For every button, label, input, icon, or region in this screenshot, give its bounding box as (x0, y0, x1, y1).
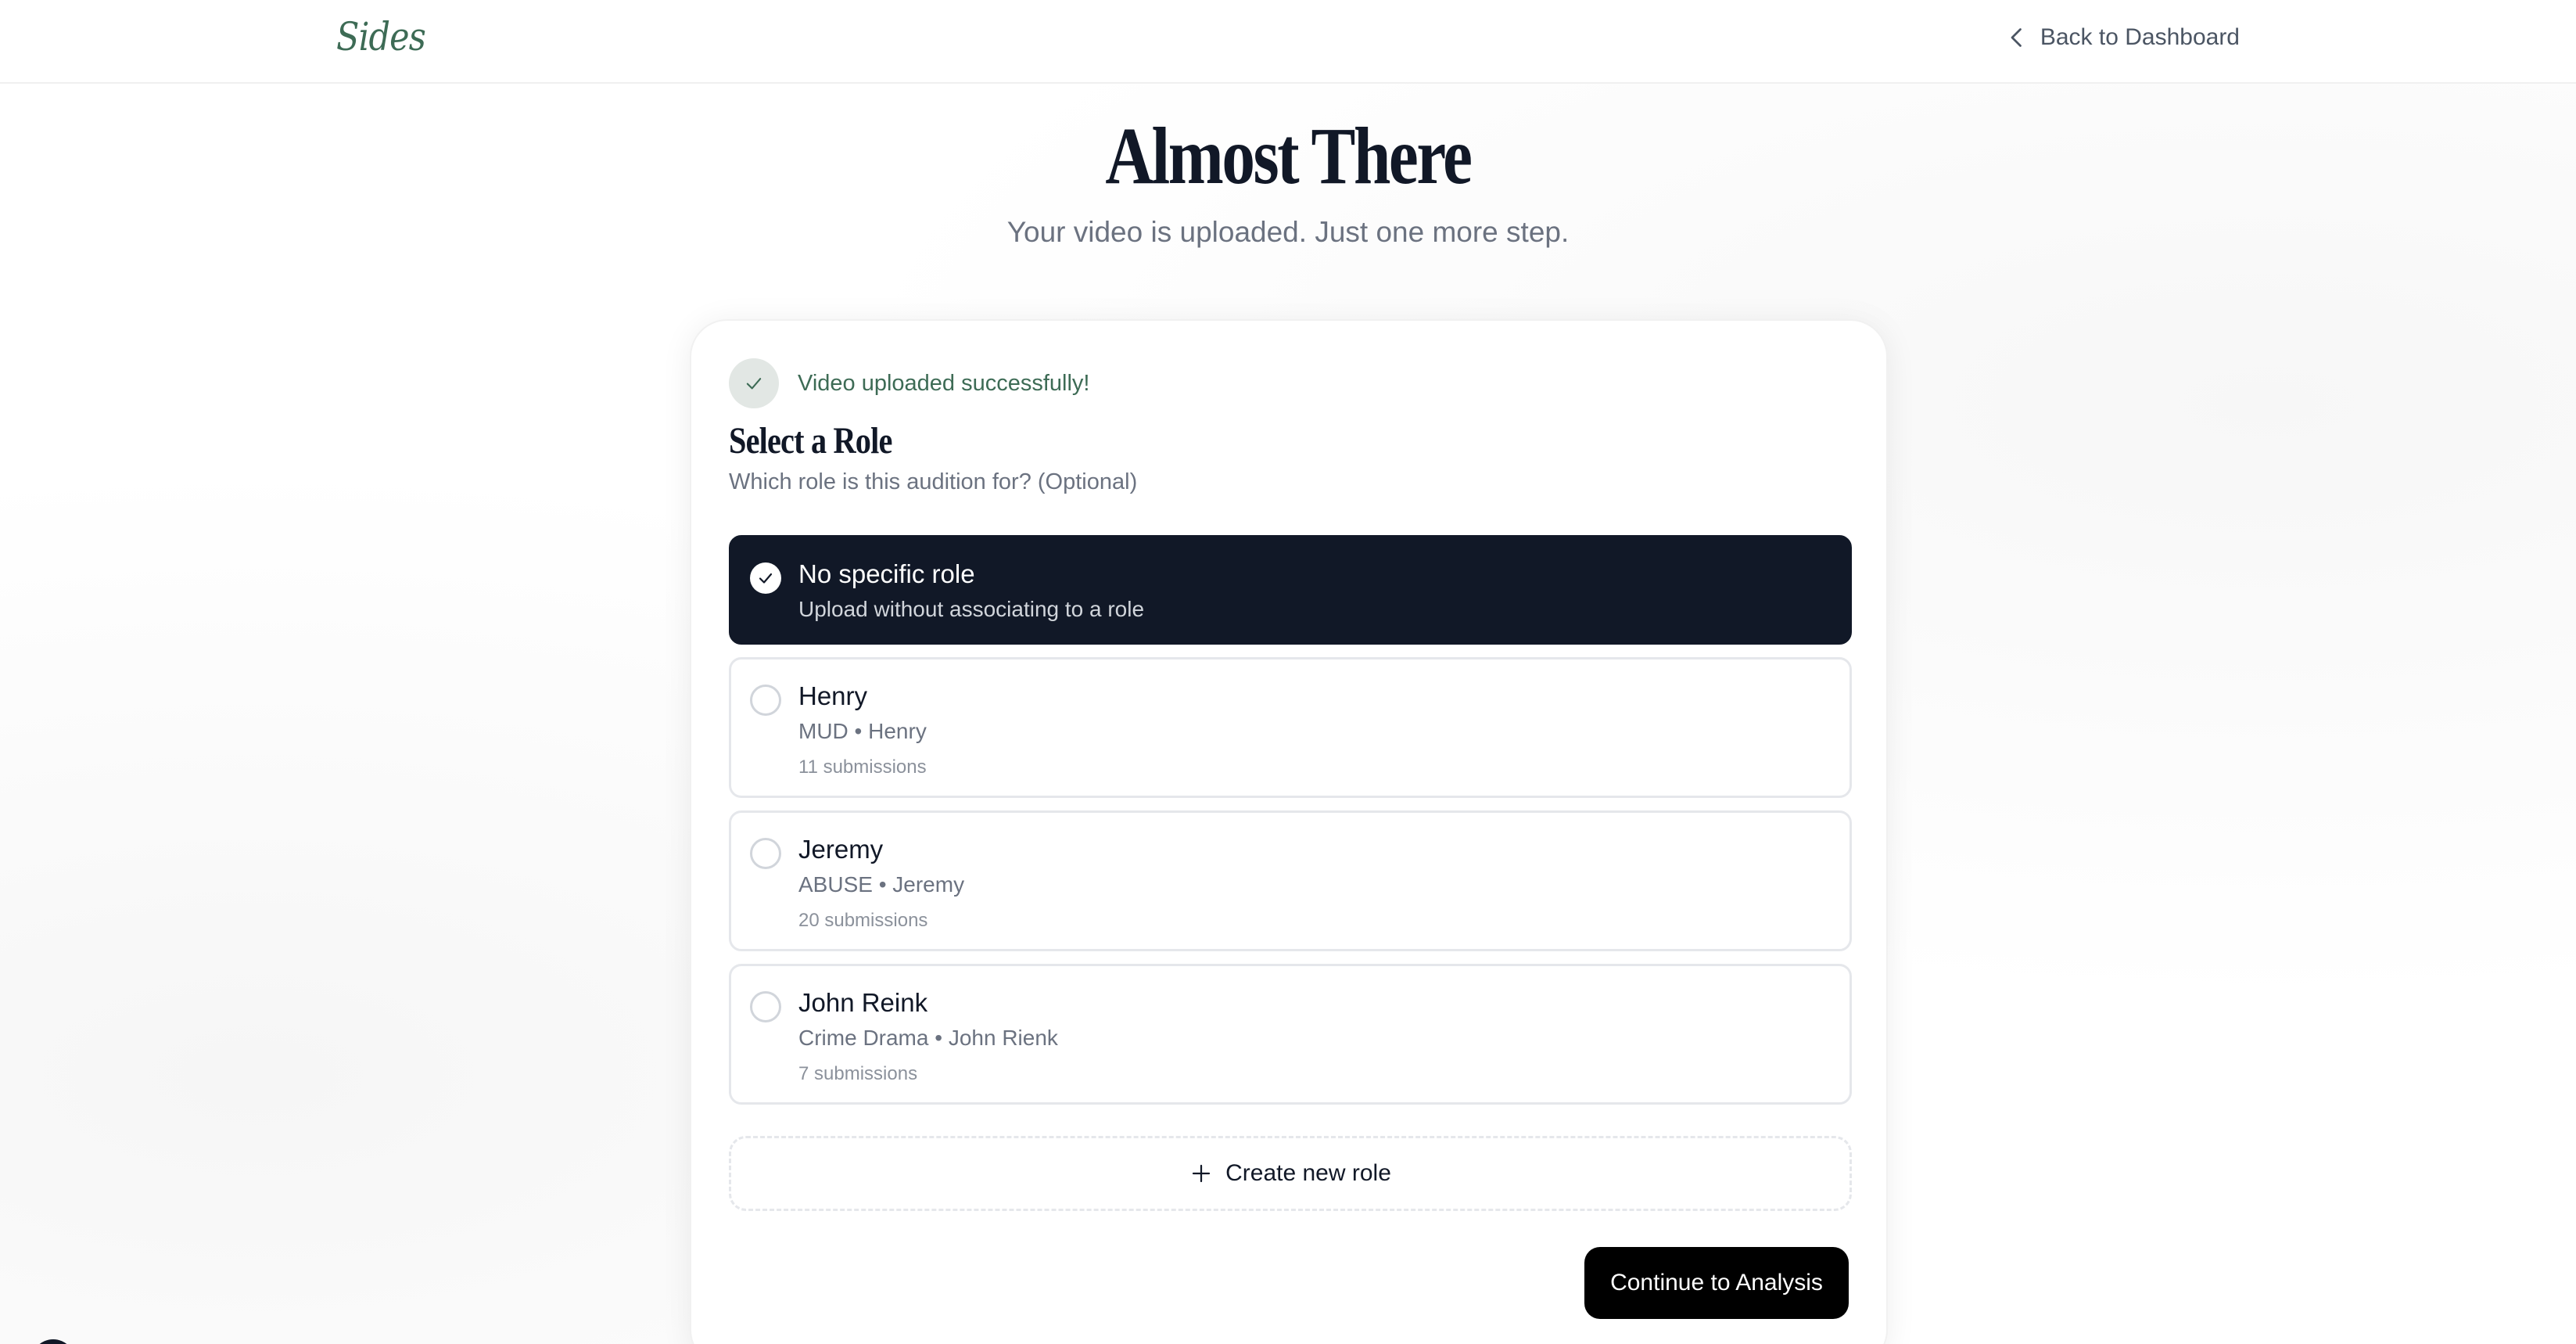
page: Sides Back to Dashboard Almost There You… (0, 0, 2576, 1344)
role-name: Henry (798, 681, 868, 710)
role-radio-selected[interactable] (750, 562, 781, 594)
help-widget-button[interactable] (31, 1339, 75, 1344)
success-check-badge (729, 358, 779, 408)
role-name: No specific role (798, 559, 975, 588)
chevron-left-icon (2011, 28, 2022, 47)
role-radio[interactable] (750, 685, 781, 716)
role-project: ABUSE • Jeremy (798, 872, 965, 897)
upload-success-banner: Video uploaded successfully! (729, 358, 1090, 408)
select-role-heading: Select a Role (729, 420, 892, 462)
back-to-dashboard-link[interactable]: Back to Dashboard (2003, 23, 2240, 52)
role-radio[interactable] (750, 838, 781, 869)
logo[interactable]: Sides (336, 14, 426, 59)
create-new-role-button[interactable]: Create new role (729, 1136, 1852, 1211)
role-submission-count: 11 submissions (798, 756, 927, 778)
role-list: No specific role Upload without associat… (729, 535, 1852, 1117)
top-bar: Sides Back to Dashboard (0, 0, 2576, 84)
role-option-john-reink[interactable]: John Reink Crime Drama • John Rienk 7 su… (729, 964, 1852, 1105)
role-name: John Reink (798, 988, 928, 1017)
page-title: Almost There (1105, 111, 1473, 201)
page-subtitle: Your video is uploaded. Just one more st… (1006, 216, 1570, 248)
plus-icon (1192, 1164, 1211, 1183)
role-name: Jeremy (798, 835, 884, 864)
check-icon (759, 573, 773, 584)
role-description: Upload without associating to a role (798, 597, 1145, 621)
check-icon (746, 378, 762, 390)
role-radio[interactable] (750, 991, 781, 1022)
continue-to-analysis-button[interactable]: Continue to Analysis (1584, 1247, 1849, 1319)
role-project: Crime Drama • John Rienk (798, 1026, 1058, 1050)
role-project: MUD • Henry (798, 719, 927, 743)
upload-success-text: Video uploaded successfully! (798, 370, 1090, 396)
role-option-no-specific-role[interactable]: No specific role Upload without associat… (729, 535, 1852, 645)
select-role-subtitle: Which role is this audition for? (Option… (729, 469, 1138, 494)
role-submission-count: 20 submissions (798, 910, 928, 931)
role-option-jeremy[interactable]: Jeremy ABUSE • Jeremy 20 submissions (729, 810, 1852, 951)
role-option-henry[interactable]: Henry MUD • Henry 11 submissions (729, 657, 1852, 798)
create-new-role-label: Create new role (1225, 1160, 1391, 1186)
role-selection-card: Video uploaded successfully! Select a Ro… (690, 319, 1888, 1344)
back-to-dashboard-label: Back to Dashboard (2040, 24, 2240, 50)
role-submission-count: 7 submissions (798, 1063, 918, 1084)
